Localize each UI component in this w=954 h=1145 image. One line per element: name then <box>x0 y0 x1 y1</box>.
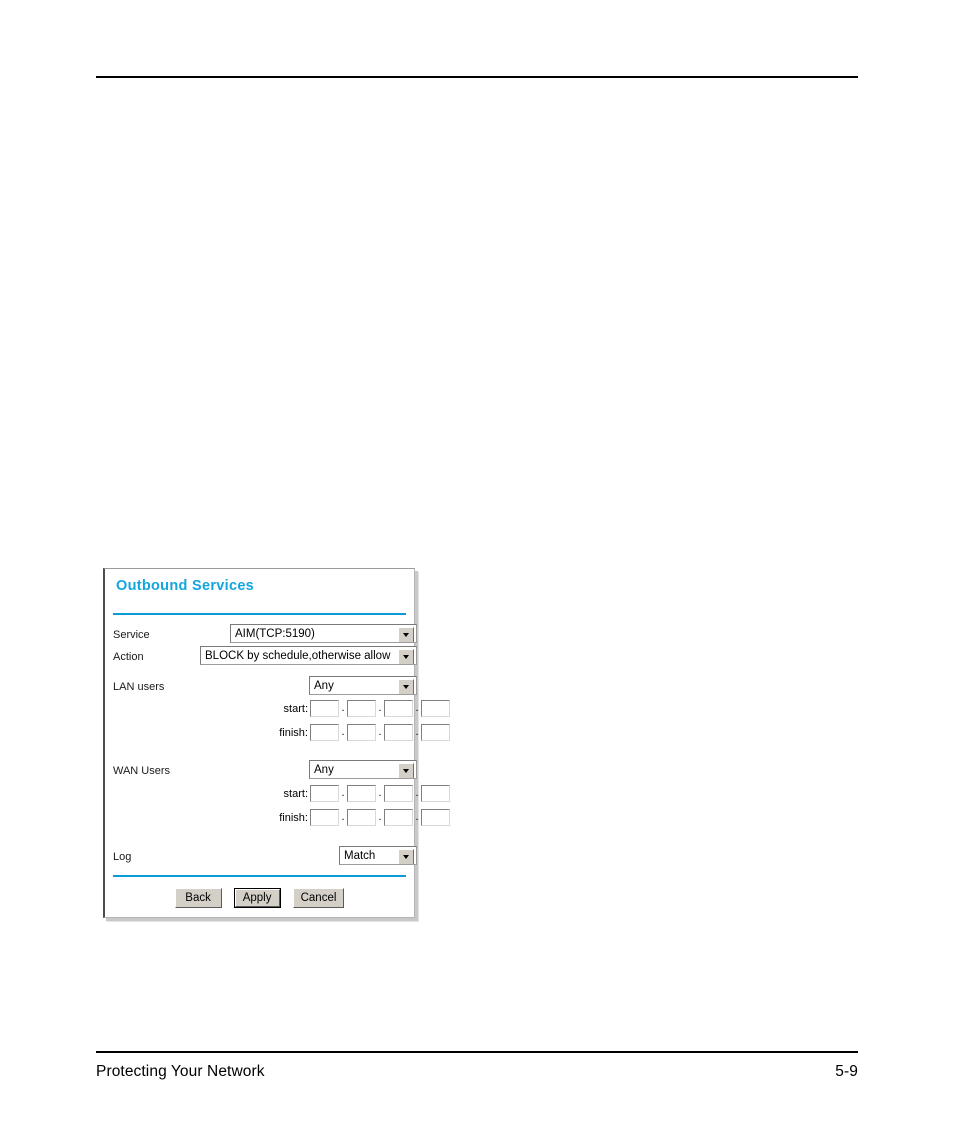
log-select-value: Match <box>344 849 376 862</box>
chevron-down-icon[interactable] <box>398 649 414 664</box>
ip-dot: . <box>415 811 419 823</box>
action-row: Action BLOCK by schedule,otherwise allow <box>113 646 417 667</box>
wan-users-select[interactable]: Any <box>309 760 417 779</box>
wan-finish-octet-3[interactable] <box>384 809 413 826</box>
lan-finish-octet-4[interactable] <box>421 724 450 741</box>
action-label: Action <box>113 650 144 663</box>
wan-start-octet-2[interactable] <box>347 785 376 802</box>
lan-start-ip-group: start: . . . <box>268 700 450 717</box>
panel-title: Outbound Services <box>116 578 255 594</box>
ip-dot: . <box>378 726 382 738</box>
wan-start-octet-1[interactable] <box>310 785 339 802</box>
wan-finish-ip-group: finish: . . . <box>268 809 450 826</box>
chevron-down-icon[interactable] <box>398 763 414 778</box>
ip-dot: . <box>415 702 419 714</box>
wan-users-row: WAN Users Any <box>113 760 417 781</box>
ip-dot: . <box>341 726 345 738</box>
page-header-rule <box>96 76 858 78</box>
lan-start-octet-2[interactable] <box>347 700 376 717</box>
action-select-value: BLOCK by schedule,otherwise allow <box>205 649 391 662</box>
lan-users-row: LAN users Any <box>113 676 417 697</box>
wan-users-label: WAN Users <box>113 764 171 777</box>
page-footer: Protecting Your Network 5-9 <box>96 1060 858 1084</box>
apply-button[interactable]: Apply <box>233 888 281 908</box>
wan-start-label: start: <box>283 787 308 800</box>
lan-finish-octet-1[interactable] <box>310 724 339 741</box>
service-select-value: AIM(TCP:5190) <box>235 627 315 640</box>
lan-finish-octet-2[interactable] <box>347 724 376 741</box>
ip-dot: . <box>415 787 419 799</box>
ip-dot: . <box>378 787 382 799</box>
page-footer-rule <box>96 1051 858 1053</box>
log-row: Log Match <box>113 846 417 867</box>
lan-users-label: LAN users <box>113 680 165 693</box>
wan-start-row: start: . . . <box>113 785 450 806</box>
service-label: Service <box>113 628 150 641</box>
wan-finish-octet-1[interactable] <box>310 809 339 826</box>
lan-users-select-value: Any <box>314 679 334 692</box>
wan-users-select-value: Any <box>314 763 334 776</box>
lan-start-octet-1[interactable] <box>310 700 339 717</box>
wan-finish-octet-2[interactable] <box>347 809 376 826</box>
lan-start-octet-4[interactable] <box>421 700 450 717</box>
ip-dot: . <box>378 702 382 714</box>
log-select[interactable]: Match <box>339 846 417 865</box>
lan-start-octet-3[interactable] <box>384 700 413 717</box>
ip-dot: . <box>341 811 345 823</box>
lan-start-row: start: . . . <box>113 700 450 721</box>
action-select[interactable]: BLOCK by schedule,otherwise allow <box>200 646 417 665</box>
ip-dot: . <box>341 702 345 714</box>
panel-title-divider <box>113 613 406 615</box>
footer-page-number: 5-9 <box>835 1063 858 1080</box>
wan-finish-row: finish: . . . <box>113 809 450 830</box>
wan-finish-octet-4[interactable] <box>421 809 450 826</box>
wan-start-ip-group: start: . . . <box>268 785 450 802</box>
lan-finish-ip-group: finish: . . . <box>268 724 450 741</box>
panel-button-row: Back Apply Cancel <box>113 888 406 908</box>
ip-dot: . <box>415 726 419 738</box>
lan-start-label: start: <box>283 702 308 715</box>
ip-dot: . <box>341 787 345 799</box>
wan-finish-label: finish: <box>279 811 308 824</box>
apply-button-label: Apply <box>234 889 280 907</box>
lan-users-select[interactable]: Any <box>309 676 417 695</box>
outbound-services-panel: Outbound Services Service AIM(TCP:5190) … <box>103 568 450 918</box>
lan-finish-row: finish: . . . <box>113 724 450 745</box>
footer-chapter-title: Protecting Your Network <box>96 1063 265 1080</box>
wan-start-octet-4[interactable] <box>421 785 450 802</box>
lan-finish-label: finish: <box>279 726 308 739</box>
panel-footer-divider <box>113 875 406 877</box>
service-row: Service AIM(TCP:5190) <box>113 624 417 645</box>
chevron-down-icon[interactable] <box>398 679 414 694</box>
chevron-down-icon[interactable] <box>398 627 414 642</box>
lan-finish-octet-3[interactable] <box>384 724 413 741</box>
back-button[interactable]: Back <box>174 888 222 908</box>
log-label: Log <box>113 850 132 863</box>
wan-start-octet-3[interactable] <box>384 785 413 802</box>
cancel-button[interactable]: Cancel <box>292 888 345 908</box>
service-select[interactable]: AIM(TCP:5190) <box>230 624 417 643</box>
chevron-down-icon[interactable] <box>398 849 414 864</box>
ip-dot: . <box>378 811 382 823</box>
